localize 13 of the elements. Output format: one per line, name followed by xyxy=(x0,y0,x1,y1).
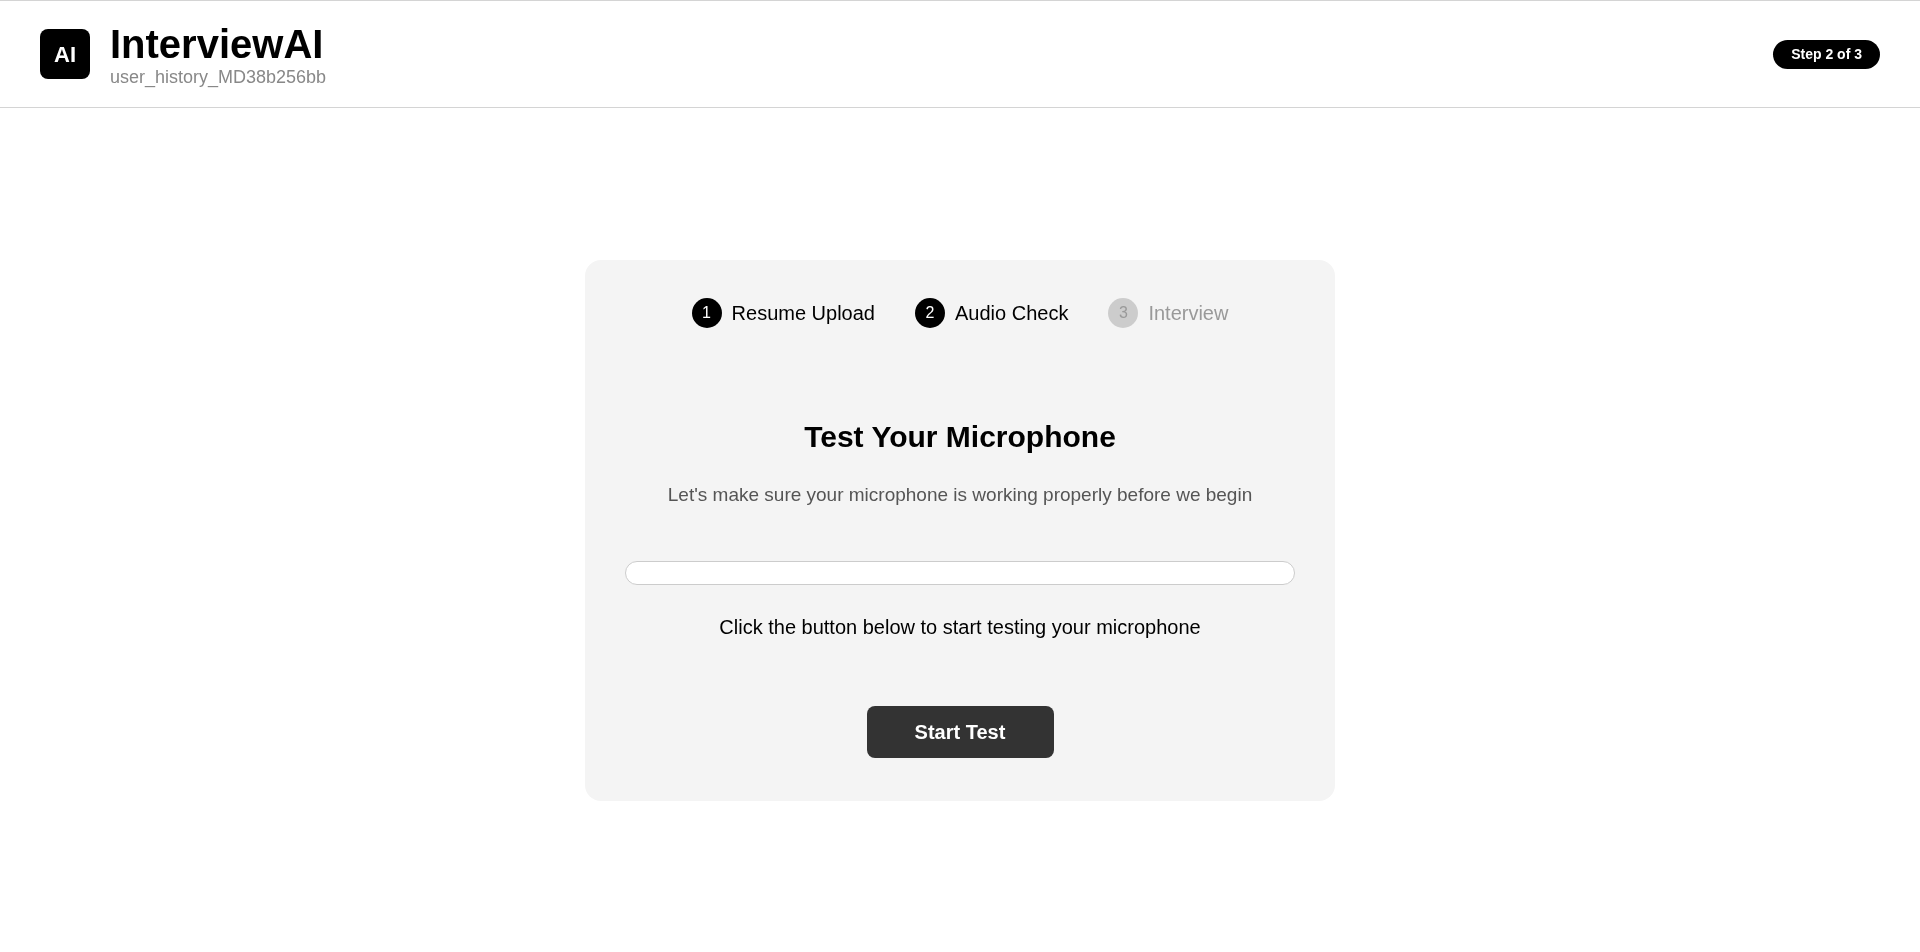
step-number: 2 xyxy=(915,298,945,328)
card-description: Let's make sure your microphone is working properly before we begin xyxy=(667,483,1253,507)
step-badge: Step 2 of 3 xyxy=(1773,39,1880,69)
step-label: Resume Upload xyxy=(731,301,875,325)
step-number: 1 xyxy=(691,298,722,328)
logo: AI xyxy=(40,29,90,79)
step-label: Audio Check xyxy=(955,301,1069,325)
hint-text: Click the button below to start testing your microphone xyxy=(719,615,1201,639)
card-title: Test Your Microphone xyxy=(804,419,1116,455)
app-title: InterviewAI xyxy=(110,21,325,67)
start-test-button[interactable]: Start Test xyxy=(866,706,1054,758)
session-id: user_history_MD38b256bb xyxy=(110,67,327,87)
step-label: Interview xyxy=(1148,301,1229,325)
